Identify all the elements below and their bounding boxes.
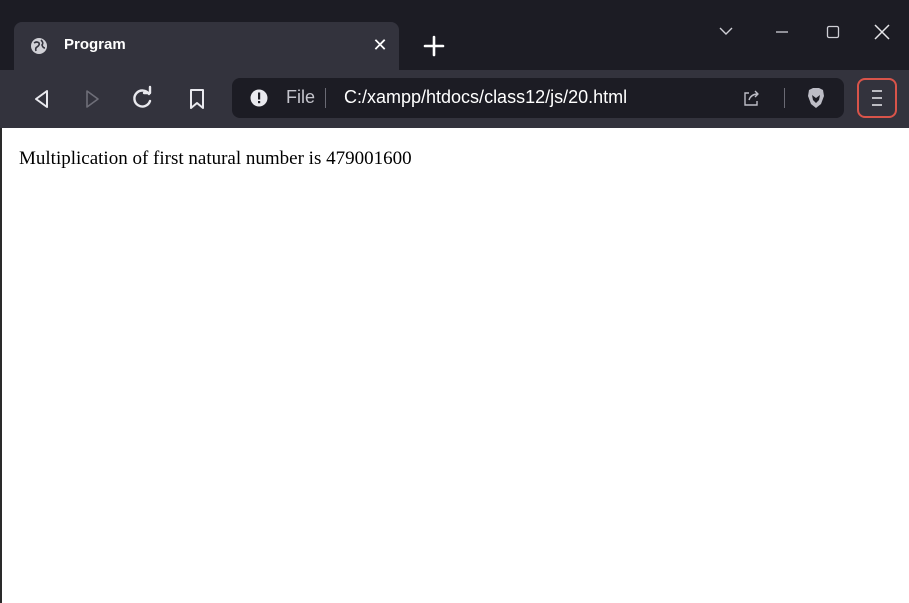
back-icon[interactable]: [27, 84, 57, 114]
close-window-button[interactable]: [860, 14, 904, 50]
scheme-label: File: [286, 87, 316, 107]
brave-shields-icon[interactable]: [806, 87, 826, 109]
info-icon[interactable]: [250, 89, 268, 107]
hamburger-icon: [872, 90, 882, 106]
minimize-button[interactable]: [760, 14, 804, 50]
new-tab-button[interactable]: [420, 32, 448, 60]
close-icon: ✕: [372, 35, 388, 55]
tab-title: Program: [64, 36, 126, 53]
share-icon[interactable]: [742, 88, 762, 108]
page-content: Multiplication of first natural number i…: [0, 128, 909, 603]
maximize-button[interactable]: [811, 14, 855, 50]
address-divider-2: [784, 88, 785, 108]
result-text: Multiplication of first natural number i…: [19, 148, 412, 169]
url-text[interactable]: C:/xampp/htdocs/class12/js/20.html: [344, 87, 627, 108]
toolbar: File C:/xampp/htdocs/class12/js/20.html: [0, 70, 909, 128]
address-bar[interactable]: File C:/xampp/htdocs/class12/js/20.html: [232, 78, 844, 118]
reload-icon[interactable]: [127, 84, 157, 114]
address-divider: [325, 88, 326, 108]
title-bar: Program ✕: [0, 0, 909, 70]
globe-icon: [31, 38, 47, 54]
tab-program[interactable]: Program ✕: [14, 22, 399, 70]
tab-close-button[interactable]: ✕: [367, 32, 393, 58]
forward-icon[interactable]: [77, 84, 107, 114]
menu-button[interactable]: [857, 78, 897, 118]
bookmark-icon[interactable]: [182, 84, 212, 114]
tab-search-button[interactable]: [704, 14, 748, 50]
